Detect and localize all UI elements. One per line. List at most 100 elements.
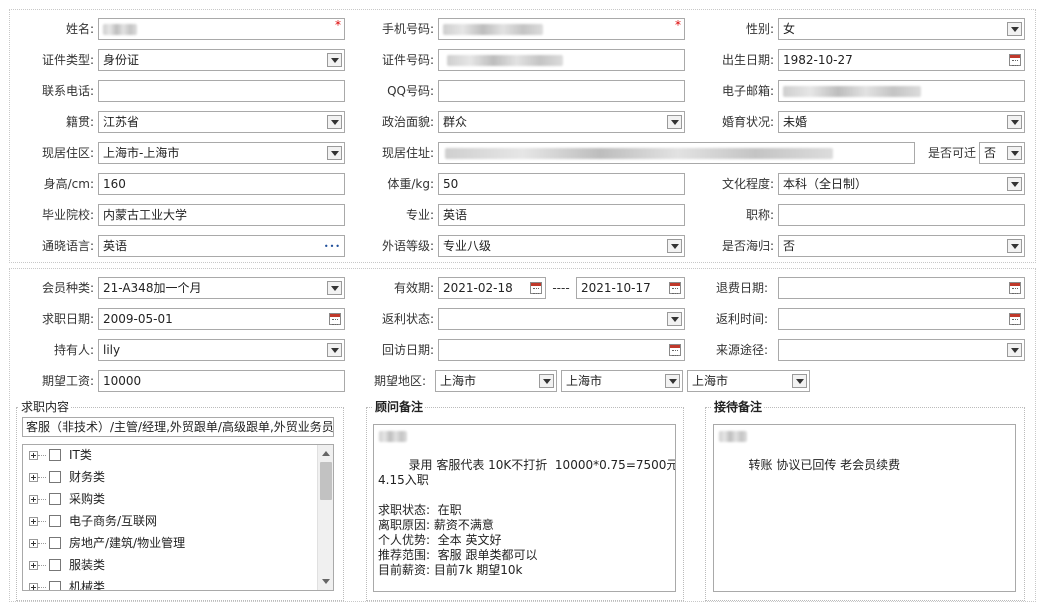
chevron-down-icon[interactable] (539, 374, 554, 388)
refund-date-input[interactable] (778, 277, 1025, 299)
expand-icon[interactable] (29, 517, 38, 526)
origin-select[interactable]: 江苏省 (98, 111, 345, 133)
chevron-down-icon[interactable] (327, 146, 342, 160)
tree-connector (38, 477, 46, 478)
address-input[interactable] (438, 142, 915, 164)
calendar-icon[interactable] (530, 282, 542, 294)
chevron-down-icon[interactable] (667, 115, 682, 129)
checkbox[interactable] (49, 559, 61, 571)
tree-item-finance[interactable]: 财务类 (23, 466, 333, 488)
region-label: 现居住区: (41, 146, 94, 160)
chevron-down-icon[interactable] (327, 53, 342, 67)
expand-icon[interactable] (29, 473, 38, 482)
calendar-icon[interactable] (1009, 54, 1021, 66)
language-input[interactable]: 英语 ••• (98, 235, 345, 257)
relocate-select[interactable]: 否 (979, 142, 1025, 164)
expand-icon[interactable] (29, 451, 38, 460)
checkbox[interactable] (49, 471, 61, 483)
chevron-down-icon[interactable] (327, 115, 342, 129)
chevron-down-icon[interactable] (1007, 343, 1022, 357)
height-input[interactable]: 160 (98, 173, 345, 195)
rebate-time-input[interactable] (778, 308, 1025, 330)
phone-input[interactable] (98, 80, 345, 102)
chevron-down-icon[interactable] (1007, 115, 1022, 129)
overseas-select[interactable]: 否 (778, 235, 1025, 257)
region-select[interactable]: 上海市-上海市 (98, 142, 345, 164)
expand-icon[interactable] (29, 495, 38, 504)
language-level-select[interactable]: 专业八级 (438, 235, 685, 257)
reception-notes-textarea[interactable]: 转账 协议已回传 老会员续费 (713, 424, 1016, 592)
area-district-select[interactable]: 上海市 (687, 370, 810, 392)
consultant-notes-title: 顾问备注 (373, 399, 426, 415)
tree-item-purchasing[interactable]: 采购类 (23, 488, 333, 510)
scroll-thumb[interactable] (320, 462, 332, 500)
scroll-up-icon[interactable] (322, 451, 330, 456)
tree-item-label: IT类 (69, 448, 92, 462)
consultant-notes-text: 录用 客服代表 10K不打折 10000*0.75=7500元 4.15入职 求… (378, 458, 676, 577)
gender-select[interactable]: 女 (778, 18, 1025, 40)
chevron-down-icon[interactable] (665, 374, 680, 388)
id-number-input[interactable] (438, 49, 685, 71)
calendar-icon[interactable] (329, 313, 341, 325)
area-city-select[interactable]: 上海市 (561, 370, 683, 392)
expand-icon[interactable] (29, 583, 38, 590)
source-select[interactable] (778, 339, 1025, 361)
tree-item-it[interactable]: IT类 (23, 445, 333, 466)
checkbox[interactable] (49, 515, 61, 527)
qq-input[interactable] (438, 80, 685, 102)
chevron-down-icon[interactable] (1007, 146, 1022, 160)
job-content-selected[interactable]: 客服（非技术）/主管/经理,外贸跟单/高级跟单,外贸业务员 (22, 417, 334, 437)
job-category-tree[interactable]: IT类 财务类 采购类 电子商务/互联网 房地产/建筑/物业管理 服装类 机械类 (22, 444, 334, 591)
consultant-notes-textarea[interactable]: 录用 客服代表 10K不打折 10000*0.75=7500元 4.15入职 求… (373, 424, 676, 592)
calendar-icon[interactable] (669, 344, 681, 356)
tree-item-ecommerce[interactable]: 电子商务/互联网 (23, 510, 333, 532)
job-date-input[interactable]: 2009-05-01 (98, 308, 345, 330)
birth-date-input[interactable]: 1982-10-27 (778, 49, 1025, 71)
major-input[interactable]: 英语 (438, 204, 685, 226)
education-select[interactable]: 本科（全日制） (778, 173, 1025, 195)
name-input[interactable]: * (98, 18, 345, 40)
chevron-down-icon[interactable] (327, 343, 342, 357)
major-label: 专业: (405, 208, 434, 222)
visit-date-input[interactable] (438, 339, 685, 361)
holder-select[interactable]: lily (98, 339, 345, 361)
checkbox[interactable] (49, 537, 61, 549)
expand-icon[interactable] (29, 561, 38, 570)
politics-select[interactable]: 群众 (438, 111, 685, 133)
tree-item-machinery[interactable]: 机械类 (23, 576, 333, 590)
rebate-status-select[interactable] (438, 308, 685, 330)
validity-start-input[interactable]: 2021-02-18 (438, 277, 546, 299)
id-type-select[interactable]: 身份证 (98, 49, 345, 71)
checkbox[interactable] (49, 493, 61, 505)
area-province-select[interactable]: 上海市 (435, 370, 557, 392)
redacted-reception-name (719, 431, 747, 442)
id-type-label: 证件类型: (41, 53, 94, 67)
tree-item-apparel[interactable]: 服装类 (23, 554, 333, 576)
chevron-down-icon[interactable] (1007, 22, 1022, 36)
chevron-down-icon[interactable] (792, 374, 807, 388)
chevron-down-icon[interactable] (1007, 239, 1022, 253)
chevron-down-icon[interactable] (327, 281, 342, 295)
weight-input[interactable]: 50 (438, 173, 685, 195)
school-input[interactable]: 内蒙古工业大学 (98, 204, 345, 226)
calendar-icon[interactable] (1009, 282, 1021, 294)
validity-end-input[interactable]: 2021-10-17 (576, 277, 685, 299)
tree-scrollbar[interactable] (317, 445, 333, 590)
checkbox[interactable] (49, 581, 61, 590)
chevron-down-icon[interactable] (667, 239, 682, 253)
expand-icon[interactable] (29, 539, 38, 548)
salary-input[interactable]: 10000 (98, 370, 345, 392)
mobile-input[interactable]: * (438, 18, 685, 40)
chevron-down-icon[interactable] (667, 312, 682, 326)
marital-select[interactable]: 未婚 (778, 111, 1025, 133)
calendar-icon[interactable] (669, 282, 681, 294)
scroll-down-icon[interactable] (322, 579, 330, 584)
checkbox[interactable] (49, 449, 61, 461)
job-title-input[interactable] (778, 204, 1025, 226)
chevron-down-icon[interactable] (1007, 177, 1022, 191)
more-options-icon[interactable]: ••• (324, 243, 341, 251)
member-type-select[interactable]: 21-A348加一个月 (98, 277, 345, 299)
email-input[interactable] (778, 80, 1025, 102)
tree-item-real-estate[interactable]: 房地产/建筑/物业管理 (23, 532, 333, 554)
calendar-icon[interactable] (1009, 313, 1021, 325)
